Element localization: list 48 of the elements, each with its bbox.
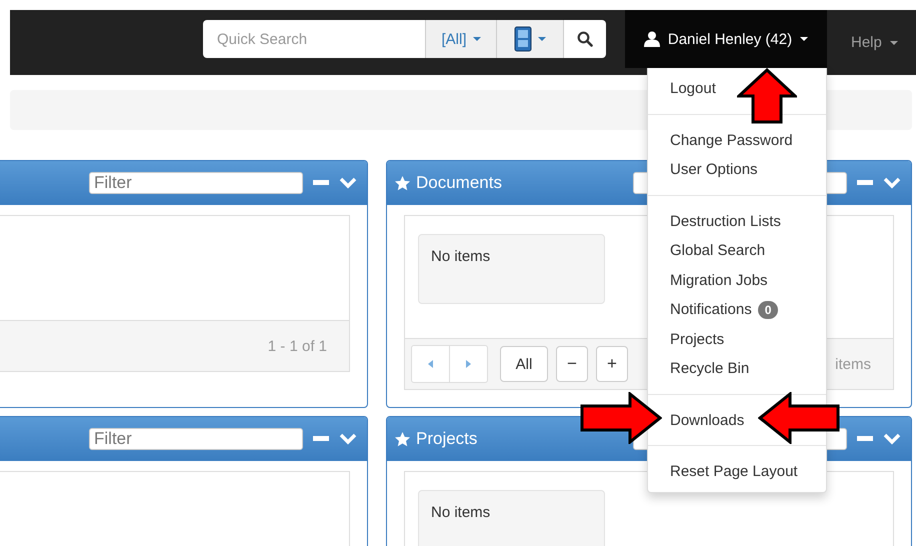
menu-item[interactable]: Logout xyxy=(670,80,716,98)
device-dropdown[interactable] xyxy=(496,20,563,58)
empty-message: No items xyxy=(418,234,605,304)
menu-item[interactable]: Reset Page Layout xyxy=(670,463,798,480)
menu-item[interactable]: Recycle Bin xyxy=(670,360,750,378)
filter-field[interactable]: Filter xyxy=(89,172,303,194)
show-all-button[interactable]: All xyxy=(500,346,548,382)
caret-icon xyxy=(800,37,808,41)
minimize-icon xyxy=(313,436,329,442)
decrease-button[interactable]: − xyxy=(556,346,588,382)
caret-icon xyxy=(538,37,546,41)
scope-dropdown[interactable]: [All] xyxy=(425,20,496,58)
panel-title: Projects xyxy=(416,429,478,449)
menu-item[interactable]: Change Password xyxy=(670,132,793,149)
menu-item[interactable]: Migration Jobs xyxy=(670,272,768,289)
star-icon xyxy=(395,432,410,446)
chevron-down-icon xyxy=(339,433,357,445)
item-count: 1 - 1 of 1 xyxy=(268,338,327,354)
minimize-icon xyxy=(857,436,873,442)
previous-icon xyxy=(428,360,433,368)
menu-item[interactable]: Projects xyxy=(670,330,724,348)
menu-item[interactable]: Global Search xyxy=(670,242,766,260)
chevron-down-icon xyxy=(883,433,901,445)
minimize-icon xyxy=(313,180,329,186)
item-count: items xyxy=(835,356,871,372)
menu-item[interactable]: Downloads xyxy=(670,412,744,429)
search-button[interactable] xyxy=(563,20,606,58)
user-menu-button[interactable]: Daniel Henley (42) xyxy=(625,10,827,68)
next-icon xyxy=(466,360,471,368)
menu-item[interactable]: User Options xyxy=(670,161,758,178)
caret-icon xyxy=(890,40,898,44)
chevron-down-icon xyxy=(339,177,357,189)
annotation-arrow xyxy=(737,68,797,124)
tablet-icon xyxy=(514,26,532,52)
menu-item[interactable]: Notifications xyxy=(670,301,752,318)
increase-button[interactable]: + xyxy=(596,346,628,382)
count-badge: 0 xyxy=(758,300,778,319)
search-icon xyxy=(577,31,593,47)
minimize-icon xyxy=(857,180,873,186)
empty-message: No items xyxy=(418,490,605,546)
panel-title: Documents xyxy=(416,173,502,193)
filter-field[interactable]: Filter xyxy=(89,428,303,450)
caret-icon xyxy=(472,37,480,41)
star-icon xyxy=(395,176,410,190)
quick-search-field[interactable]: Quick Search xyxy=(203,20,425,58)
chevron-down-icon xyxy=(883,177,901,189)
user-icon xyxy=(644,31,660,47)
menu-item[interactable]: Destruction Lists xyxy=(670,212,781,230)
